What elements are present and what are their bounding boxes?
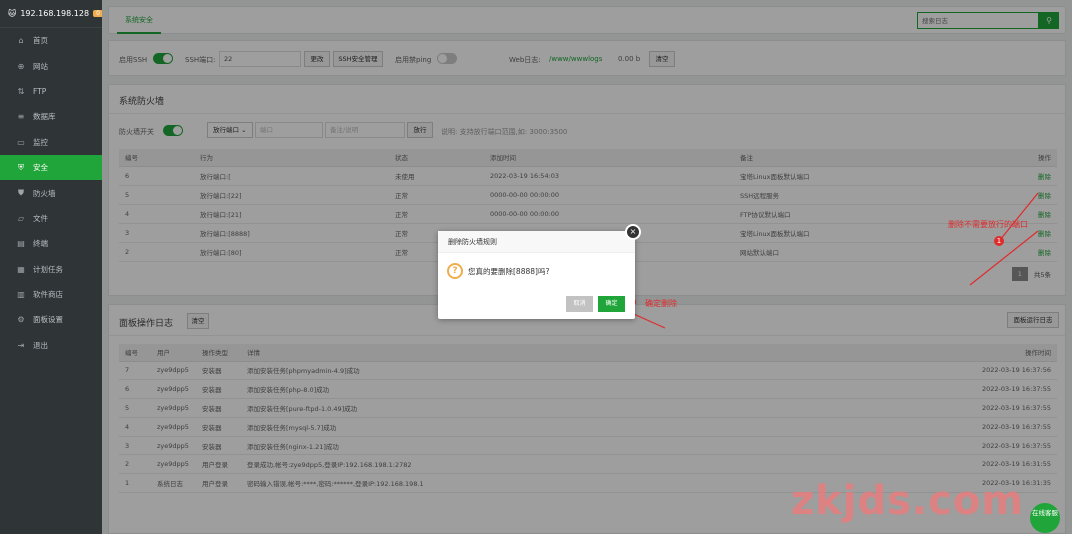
online-support-button[interactable]: 在线客服 bbox=[1030, 503, 1060, 533]
watermark: zkjds.com bbox=[790, 478, 1024, 524]
cancel-button[interactable]: 取消 bbox=[566, 296, 593, 312]
arrow-line bbox=[999, 192, 1039, 241]
arrow-line bbox=[969, 230, 1039, 286]
dialog-title: 删除防火墙规则 bbox=[438, 231, 635, 253]
delete-rule-dialog: 删除防火墙规则 × ? 您真的要删除[8888]吗? 取消 确定 bbox=[438, 224, 641, 319]
dialog-message: 您真的要删除[8888]吗? bbox=[468, 266, 550, 276]
annotation-text-2: 确定删除 bbox=[645, 299, 677, 308]
annotation-number-1: 1 bbox=[994, 236, 1004, 246]
close-icon[interactable]: × bbox=[625, 224, 641, 240]
annotation-text-1: 删除不需要放行的端口 bbox=[948, 220, 1028, 229]
confirm-button[interactable]: 确定 bbox=[598, 296, 625, 312]
question-icon: ? bbox=[447, 263, 463, 279]
dialog-body: ? 您真的要删除[8888]吗? bbox=[447, 263, 549, 279]
